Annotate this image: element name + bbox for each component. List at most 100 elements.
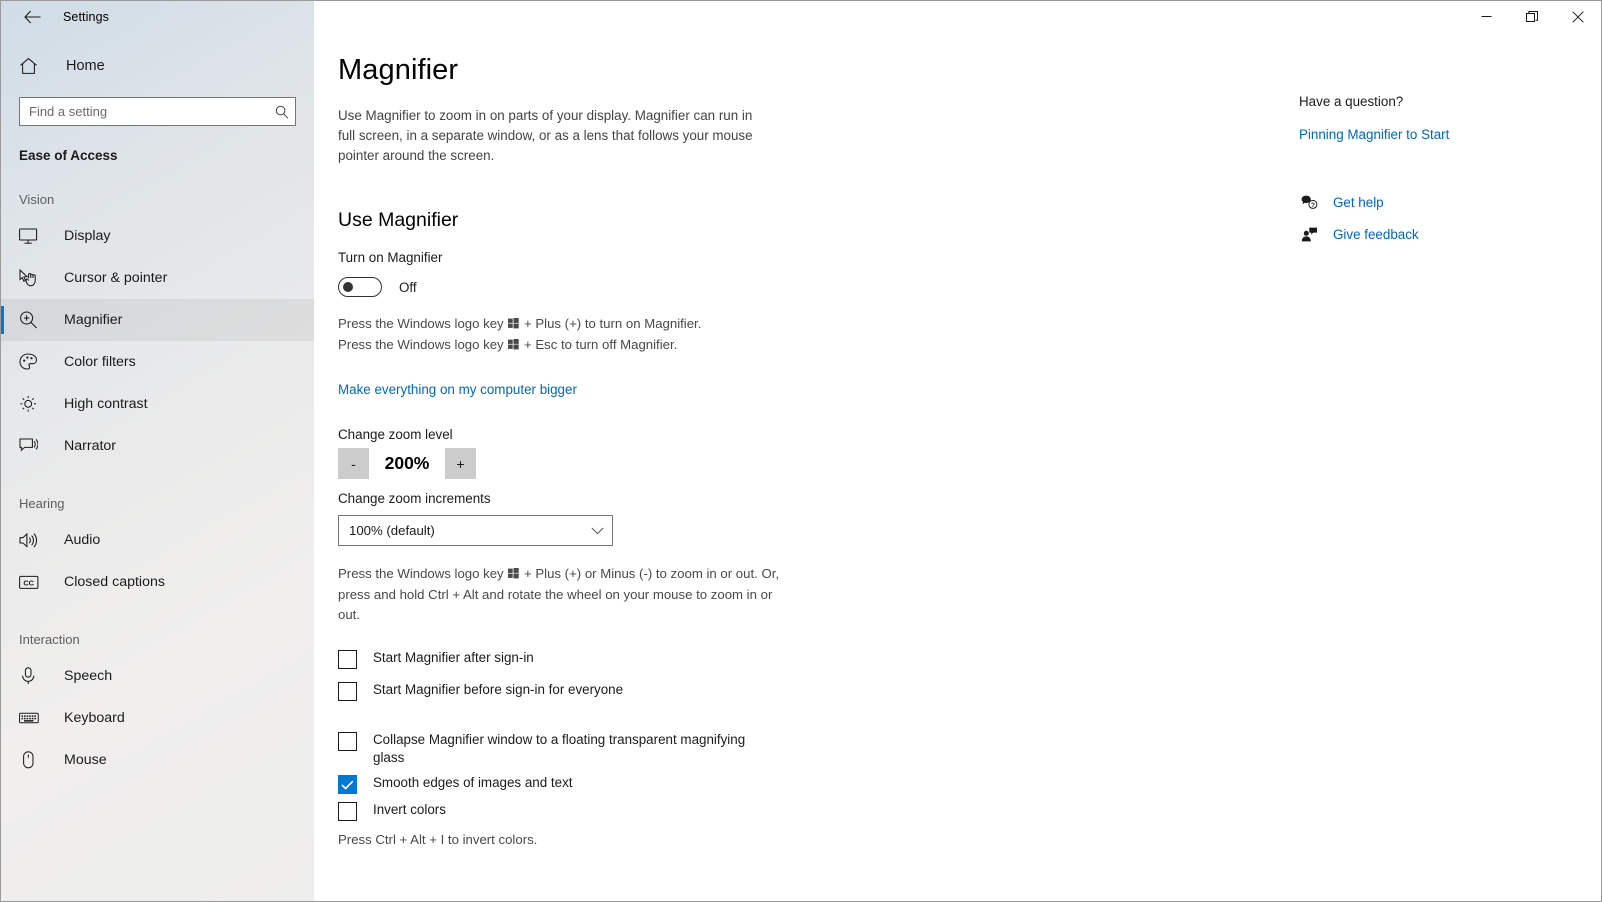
back-arrow-icon	[23, 10, 40, 23]
checkbox-label: Start Magnifier before sign-in for every…	[373, 682, 624, 697]
sidebar-item-narrator[interactable]: Narrator	[1, 425, 314, 467]
window-controls	[1463, 1, 1601, 32]
checkbox-label: Collapse Magnifier window to a floating …	[373, 732, 746, 765]
search-icon[interactable]	[275, 98, 289, 125]
shortcut-turn-on: Press the Windows logo key + Plus (+) to…	[314, 314, 1601, 335]
svg-text:CC: CC	[23, 578, 34, 587]
minimize-icon	[1481, 16, 1491, 17]
restore-icon	[1526, 10, 1538, 22]
get-help-row[interactable]: ? Get help	[1286, 189, 1601, 215]
checkbox-unchecked-icon[interactable]	[338, 732, 357, 751]
checkbox-unchecked-icon[interactable]	[338, 682, 357, 701]
keyboard-icon	[19, 711, 39, 725]
turn-on-magnifier-row: Off	[314, 277, 1601, 297]
sidebar-item-closed-captions[interactable]: CC Closed captions	[1, 561, 314, 603]
checkbox-invert-colors[interactable]: Invert colors	[314, 801, 1601, 821]
restore-button[interactable]	[1509, 1, 1555, 32]
sidebar-item-label: Narrator	[64, 438, 117, 454]
sidebar-content: Home Ease of Access Vision Display Cursor …	[1, 1, 314, 781]
checkbox-unchecked-icon[interactable]	[338, 802, 357, 821]
sidebar-category: Ease of Access	[19, 148, 118, 163]
sidebar-item-label: Magnifier	[64, 312, 123, 328]
shortcut-turn-off: Press the Windows logo key + Esc to turn…	[314, 335, 1601, 356]
cursor-pointer-icon	[19, 269, 39, 287]
monitor-icon	[19, 227, 39, 245]
sidebar-item-label: Speech	[64, 668, 113, 684]
zoom-increase-button[interactable]: +	[445, 448, 476, 479]
have-a-question-title: Have a question?	[1299, 94, 1404, 109]
sidebar-item-high-contrast[interactable]: High contrast	[1, 383, 314, 425]
zoom-decrease-button[interactable]: -	[338, 448, 369, 479]
search-box[interactable]	[19, 97, 296, 126]
windows-logo-key-icon	[508, 565, 520, 585]
sidebar-item-color-filters[interactable]: Color filters	[1, 341, 314, 383]
checkbox-label: Smooth edges of images and text	[373, 775, 573, 790]
sidebar-item-display[interactable]: Display	[1, 215, 314, 257]
magnifier-toggle-state: Off	[399, 279, 417, 295]
sidebar-item-label: Audio	[64, 532, 101, 548]
zoom-level-stepper: - 200% +	[314, 448, 1601, 479]
sidebar-item-speech[interactable]: Speech	[1, 655, 314, 697]
sidebar-nav: Vision Display Cursor & pointer Magnifier Co…	[1, 163, 314, 781]
zoom-increments-select[interactable]: 100% (default)	[338, 515, 613, 546]
shortcut-off-prefix: Press the Windows logo key	[338, 337, 508, 352]
page-description: Use Magnifier to zoom in on parts of you…	[338, 108, 753, 163]
zoom-level-value: 200%	[384, 453, 430, 473]
sidebar-item-mouse[interactable]: Mouse	[1, 739, 314, 781]
checkbox-start-magnifier-before-sign-in-for-everyone[interactable]: Start Magnifier before sign-in for every…	[314, 681, 1601, 701]
palette-icon	[19, 353, 39, 371]
checkbox-label: Invert colors	[373, 802, 446, 817]
sidebar-item-home[interactable]: Home	[1, 49, 314, 83]
checkbox-smooth-edges-of-images-and-text[interactable]: Smooth edges of images and text	[314, 774, 1601, 794]
sidebar: Home Ease of Access Vision Display Cursor …	[1, 1, 314, 901]
search-input[interactable]	[20, 98, 295, 125]
change-zoom-increments-label: Change zoom increments	[338, 491, 491, 506]
get-help-label: Get help	[1333, 194, 1384, 210]
checkbox-collapse-magnifier-window-to-a-floating-transparent-magnifying-glass[interactable]: Collapse Magnifier window to a floating …	[314, 731, 1601, 767]
appearance-checkbox-group: Collapse Magnifier window to a floating …	[314, 731, 1601, 821]
search-container	[1, 83, 314, 126]
close-button[interactable]	[1555, 1, 1601, 32]
sidebar-group-label-hearing: Hearing	[19, 496, 65, 511]
pinning-magnifier-link[interactable]: Pinning Magnifier to Start	[1286, 127, 1449, 142]
back-button[interactable]	[13, 1, 51, 32]
checkbox-start-magnifier-after-sign-in[interactable]: Start Magnifier after sign-in	[314, 649, 1601, 669]
sidebar-item-label: Mouse	[64, 752, 107, 768]
sidebar-item-label: Color filters	[64, 354, 136, 370]
checkbox-unchecked-icon[interactable]	[338, 650, 357, 669]
checkbox-label: Start Magnifier after sign-in	[373, 650, 534, 665]
minimize-button[interactable]	[1463, 1, 1509, 32]
sidebar-item-audio[interactable]: Audio	[1, 519, 314, 561]
checkbox-checked-icon[interactable]	[338, 775, 357, 794]
svg-text:?: ?	[1310, 202, 1314, 209]
change-zoom-level-label: Change zoom level	[338, 427, 453, 442]
sidebar-item-label: Closed captions	[64, 574, 165, 590]
windows-logo-key-icon	[508, 336, 520, 356]
sidebar-home-label: Home	[66, 58, 105, 74]
right-panel: Have a question? Pinning Magnifier to St…	[1286, 32, 1601, 247]
sidebar-item-label: Keyboard	[64, 710, 125, 726]
toggle-knob	[343, 282, 353, 292]
make-everything-bigger-link[interactable]: Make everything on my computer bigger	[314, 382, 577, 397]
windows-logo-key-icon	[508, 315, 520, 335]
give-feedback-row[interactable]: Give feedback	[1286, 221, 1601, 247]
settings-window: Settings Home Find a setting Ease of Acc…	[0, 0, 1602, 902]
invert-colors-hint: Press Ctrl + Alt + I to invert colors.	[338, 832, 538, 847]
turn-on-magnifier-label: Turn on Magnifier	[338, 250, 443, 265]
magnifier-icon	[19, 311, 39, 329]
sidebar-item-keyboard[interactable]: Keyboard	[1, 697, 314, 739]
sidebar-item-magnifier[interactable]: Magnifier	[1, 299, 314, 341]
home-icon	[19, 57, 41, 75]
give-feedback-label: Give feedback	[1333, 226, 1419, 242]
magnifier-toggle[interactable]	[338, 277, 382, 297]
zoom-increments-select-wrap: 100% (default)	[338, 515, 613, 546]
sidebar-item-cursor-pointer[interactable]: Cursor & pointer	[1, 257, 314, 299]
get-help-icon: ?	[1299, 195, 1319, 210]
shortcut-on-prefix: Press the Windows logo key	[338, 316, 508, 331]
mouse-icon	[19, 751, 39, 769]
narrator-icon	[19, 437, 39, 455]
startup-checkbox-group: Start Magnifier after sign-in Start Magni…	[314, 649, 1601, 701]
sidebar-group-label-interaction: Interaction	[19, 632, 80, 647]
title-bar-left: Settings	[1, 1, 314, 32]
zoom-hint-prefix: Press the Windows logo key	[338, 566, 508, 581]
